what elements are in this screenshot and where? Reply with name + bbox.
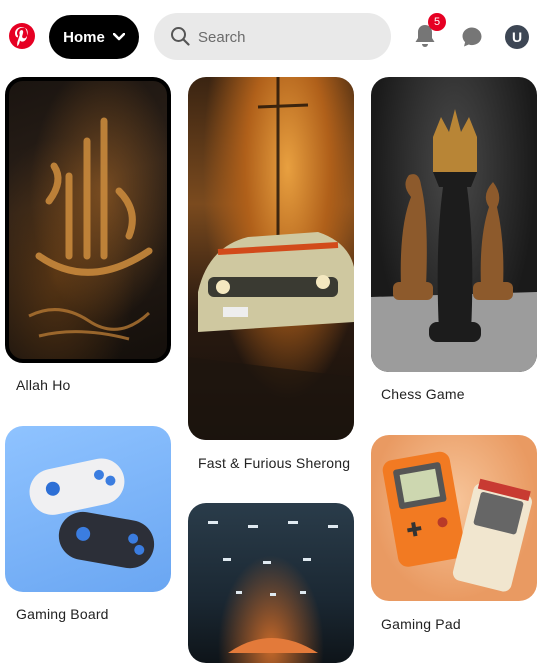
notification-badge: 5 (428, 13, 446, 31)
home-dropdown-button[interactable]: Home (49, 15, 139, 59)
chess-artwork (371, 109, 537, 372)
calligraphy-artwork (28, 117, 153, 341)
pin-image-chess-game[interactable] (371, 77, 537, 372)
garage-artwork (208, 521, 338, 653)
chevron-down-icon (112, 33, 125, 41)
pin-image-allah-ho[interactable] (5, 77, 171, 363)
home-label: Home (63, 28, 105, 46)
pin-title[interactable]: Chess Game (381, 386, 465, 402)
top-nav-bar: Home 5 U (0, 0, 541, 74)
pin-image-fast-furious[interactable] (188, 77, 354, 440)
pin-title[interactable]: Allah Ho (16, 377, 71, 393)
pin-title[interactable]: Gaming Board (16, 606, 109, 622)
search-icon (171, 27, 190, 46)
muscle-car-artwork (188, 77, 354, 440)
pin-image-gaming-pad[interactable] (371, 435, 537, 601)
pin-image-garage[interactable] (188, 503, 354, 663)
user-avatar[interactable]: U (505, 25, 529, 49)
pin-image-gaming-board[interactable] (5, 426, 171, 592)
pin-title[interactable]: Fast & Furious Sherong (198, 455, 350, 471)
message-icon[interactable] (461, 26, 483, 48)
controllers-artwork (29, 458, 155, 569)
search-input[interactable] (196, 13, 380, 62)
pinterest-logo-icon[interactable] (9, 23, 35, 49)
pin-title[interactable]: Gaming Pad (381, 616, 461, 632)
handheld-console-artwork (382, 451, 532, 592)
search-bar[interactable] (154, 13, 391, 62)
